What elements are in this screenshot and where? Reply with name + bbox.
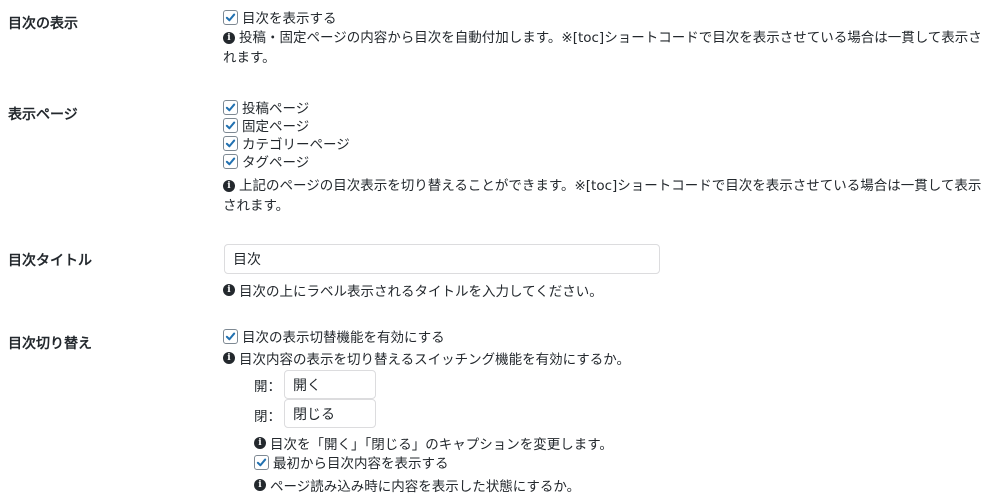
caption-desc-text: 目次を「開く」「閉じる」のキャプションを変更します。	[270, 437, 613, 453]
toc-title-desc-text: 目次の上にラベル表示されるタイトルを入力してください。	[239, 284, 603, 300]
post-page-checkbox[interactable]	[223, 99, 238, 115]
section-label-toc-display: 目次の表示	[8, 16, 78, 32]
toc-display-desc-line2: れます。	[223, 50, 276, 66]
info-circle-icon: i	[254, 437, 266, 449]
caption-description: i 目次を「開く」「閉じる」のキャプションを変更します。	[254, 434, 613, 453]
open-caption-label: 開：	[254, 379, 281, 395]
toc-toggle-description: i 目次内容の表示を切り替えるスイッチング機能を有効にするか。	[223, 349, 630, 368]
display-pages-desc-line1: 上記のページの目次表示を切り替えることができます。※[toc]ショートコードで目…	[239, 178, 982, 194]
checkmark-icon	[225, 157, 236, 165]
toc-toggle-checkbox-label: 目次の表示切替機能を有効にする	[242, 330, 445, 346]
display-page-option-tag[interactable]: タグページ	[223, 152, 310, 171]
toc-toggle-checkbox[interactable]	[223, 328, 238, 344]
toc-title-input[interactable]: 目次	[224, 244, 660, 274]
toc-title-description: i 目次の上にラベル表示されるタイトルを入力してください。	[223, 281, 603, 300]
checkmark-icon	[225, 13, 236, 21]
post-page-label: 投稿ページ	[242, 101, 310, 117]
toc-display-desc-line1: 投稿・固定ページの内容から目次を自動付加します。※[toc]ショートコードで目次…	[239, 30, 982, 46]
toc-display-checkbox-label: 目次を表示する	[242, 11, 337, 27]
close-caption-input[interactable]: 閉じる	[284, 399, 376, 428]
display-pages-description: i 上記のページの目次表示を切り替えることができます。※[toc]ショートコードで…	[223, 176, 981, 216]
section-label-toc-toggle: 目次切り替え	[8, 336, 92, 352]
display-page-option-post[interactable]: 投稿ページ	[223, 98, 310, 117]
toc-display-description: i 投稿・固定ページの内容から目次を自動付加します。※[toc]ショートコードで目…	[223, 28, 982, 68]
open-caption-input[interactable]: 開く	[284, 370, 376, 399]
category-page-label: カテゴリーページ	[242, 137, 350, 153]
initial-open-checkbox[interactable]	[254, 454, 269, 470]
tag-page-checkbox[interactable]	[223, 153, 238, 169]
checkmark-icon	[225, 139, 236, 147]
display-page-option-category[interactable]: カテゴリーページ	[223, 134, 350, 153]
toc-toggle-option[interactable]: 目次の表示切替機能を有効にする	[223, 327, 445, 346]
section-label-display-pages: 表示ページ	[8, 107, 78, 123]
checkmark-icon	[225, 103, 236, 111]
info-circle-icon: i	[254, 479, 266, 491]
toc-display-option[interactable]: 目次を表示する	[223, 8, 337, 27]
fixed-page-checkbox[interactable]	[223, 117, 238, 133]
display-page-option-fixed[interactable]: 固定ページ	[223, 116, 310, 135]
checkmark-icon	[225, 121, 236, 129]
display-pages-desc-line2: されます。	[223, 198, 290, 214]
tag-page-label: タグページ	[242, 155, 310, 171]
close-caption-label: 閉：	[254, 409, 281, 425]
info-circle-icon: i	[223, 180, 235, 192]
toc-display-checkbox[interactable]	[223, 9, 238, 25]
checkmark-icon	[256, 458, 267, 466]
info-circle-icon: i	[223, 32, 235, 44]
checkmark-icon	[225, 332, 236, 340]
section-label-toc-title: 目次タイトル	[8, 253, 92, 269]
fixed-page-label: 固定ページ	[242, 119, 310, 135]
info-circle-icon: i	[223, 284, 235, 296]
initial-open-option[interactable]: 最初から目次内容を表示する	[254, 453, 449, 472]
category-page-checkbox[interactable]	[223, 135, 238, 151]
info-circle-icon: i	[223, 352, 235, 364]
initial-open-checkbox-label: 最初から目次内容を表示する	[273, 456, 449, 472]
initial-open-desc-text: ページ読み込み時に内容を表示した状態にするか。	[270, 479, 581, 495]
toc-toggle-desc-text: 目次内容の表示を切り替えるスイッチング機能を有効にするか。	[239, 352, 630, 368]
initial-open-description: i ページ読み込み時に内容を表示した状態にするか。	[254, 476, 581, 495]
